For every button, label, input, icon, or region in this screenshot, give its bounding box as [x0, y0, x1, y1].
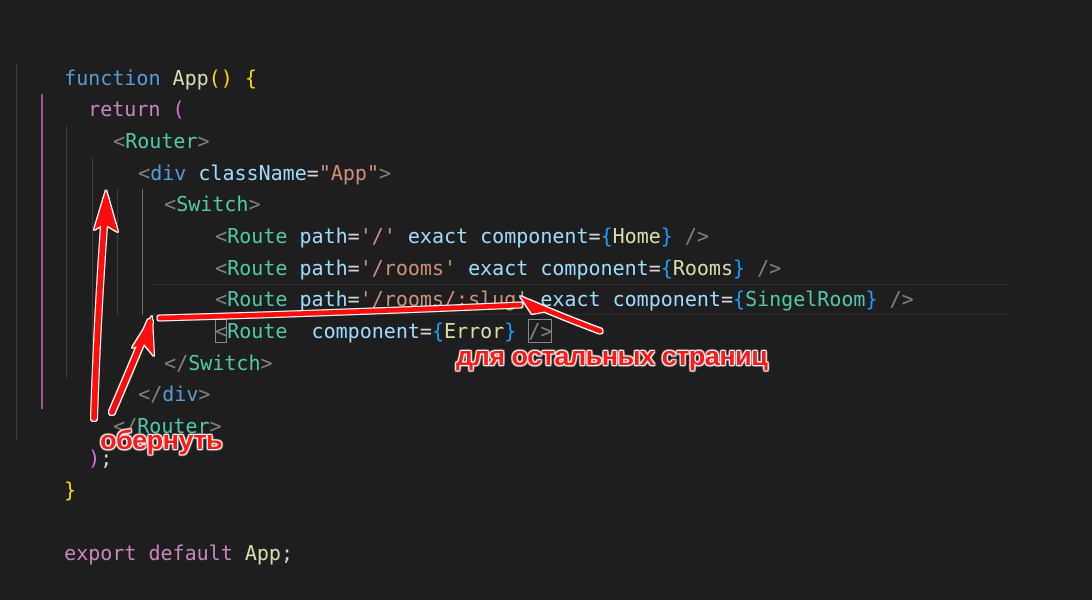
arrow-line-route	[157, 302, 523, 321]
annotation-other-pages: для остальных страниц	[456, 341, 768, 371]
arrow-up-switch	[91, 197, 109, 421]
code-editor[interactable]: function App() { return ( <Router> <div …	[0, 0, 1092, 565]
keyword: default	[148, 541, 233, 565]
keyword: export	[64, 541, 137, 565]
annotation-wrap: обернуть	[100, 425, 223, 455]
